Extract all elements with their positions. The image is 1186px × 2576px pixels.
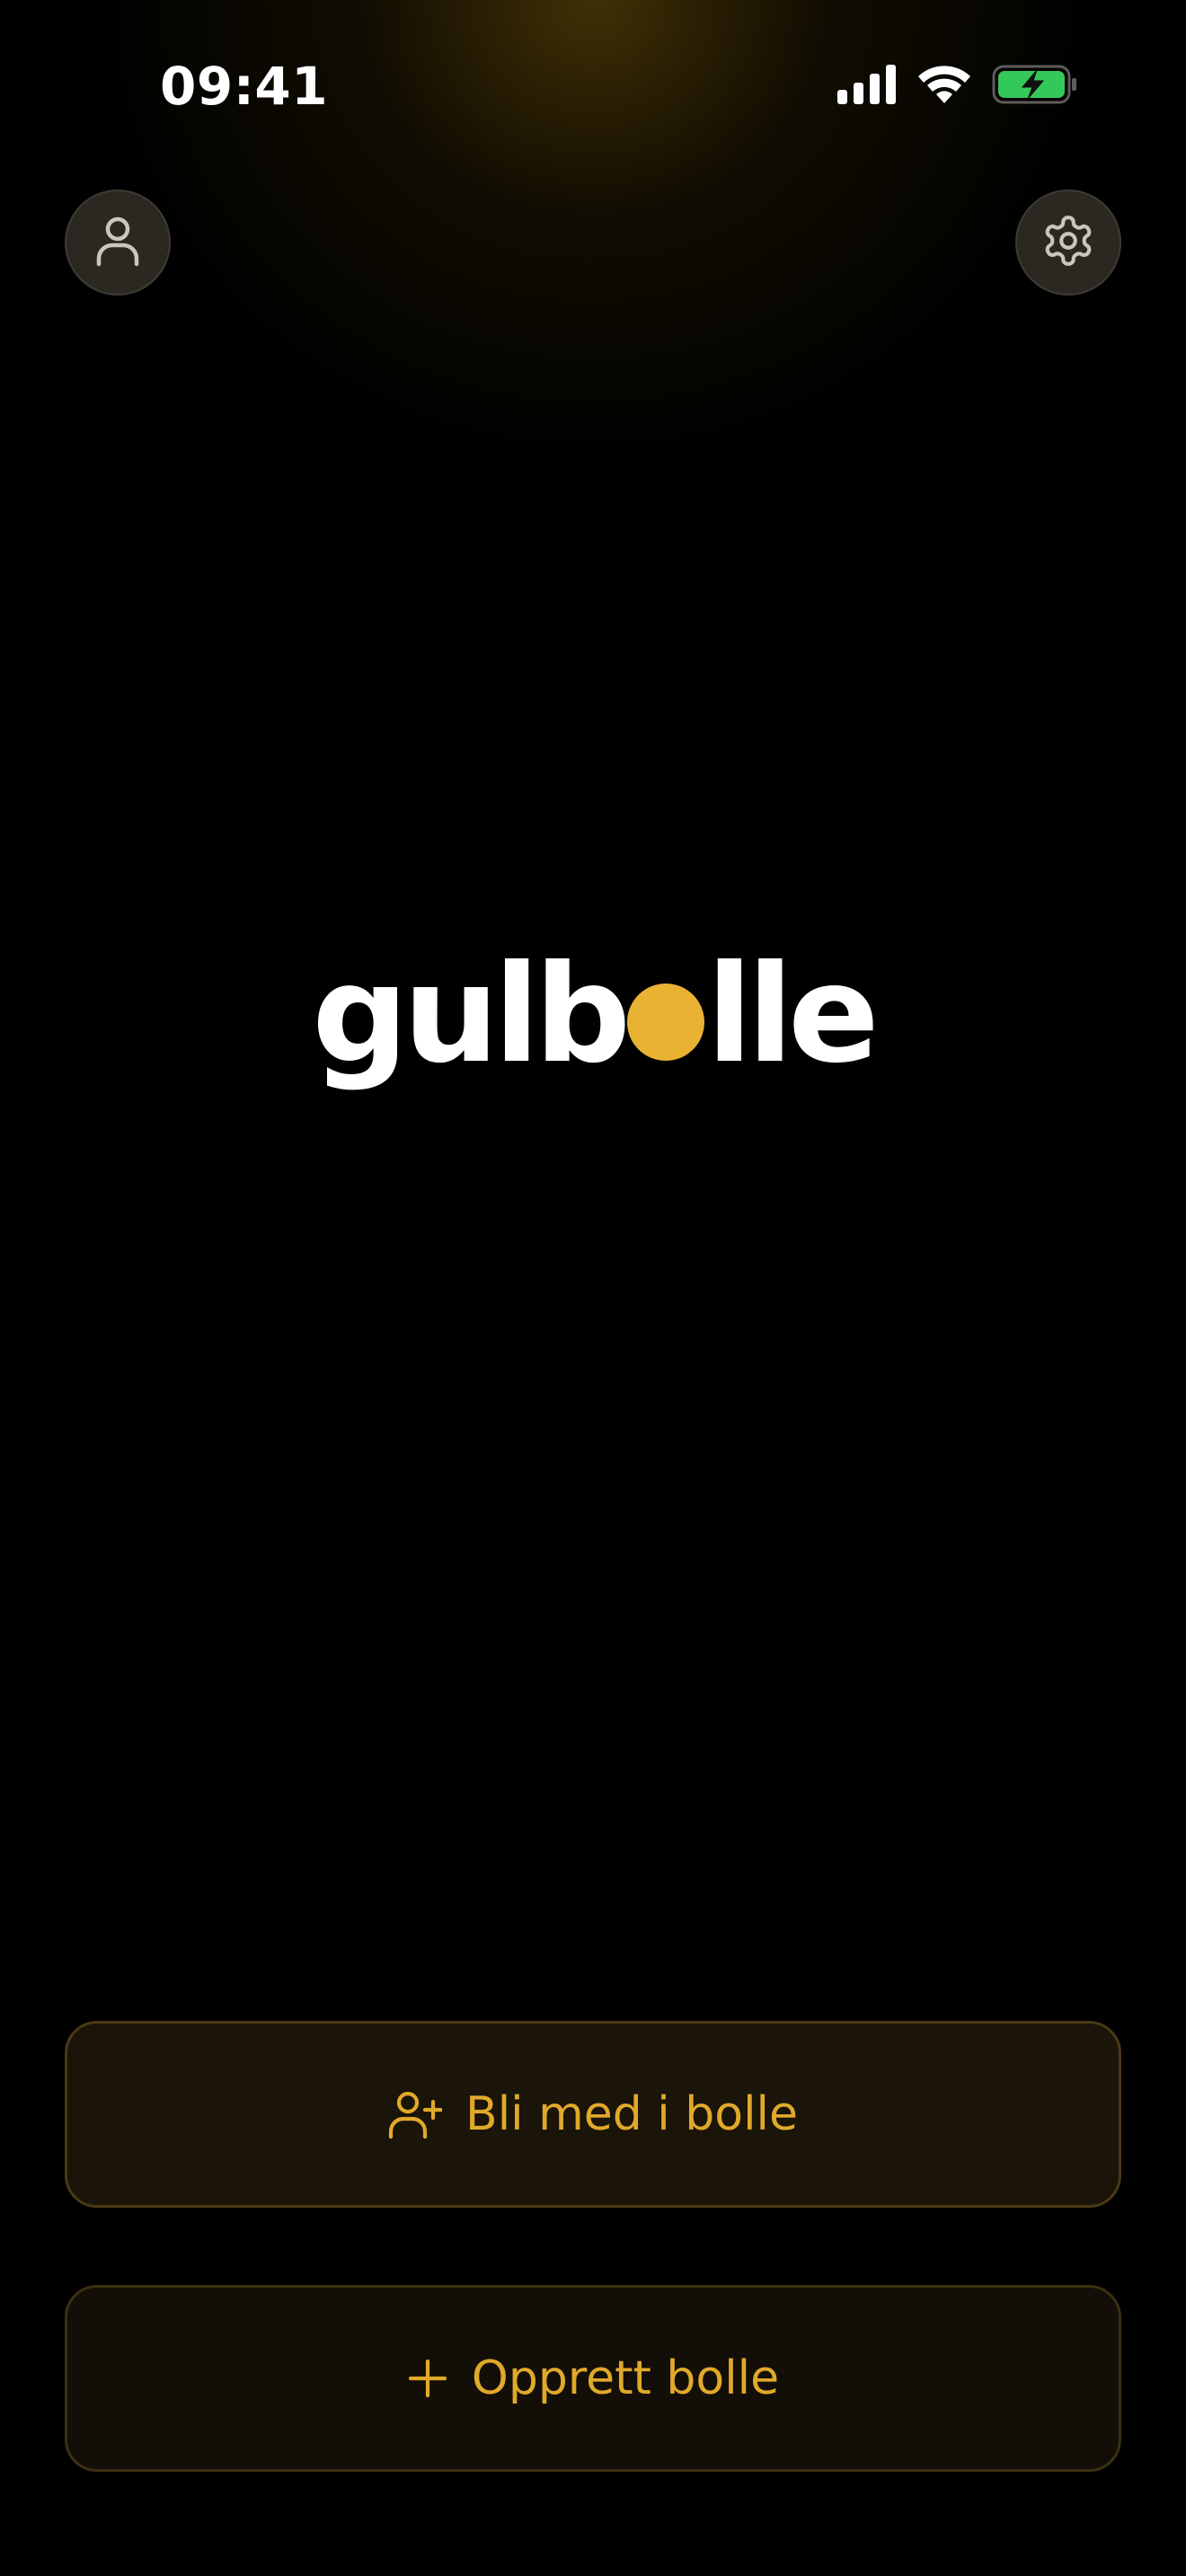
signal-icon [837,65,897,108]
create-bolle-button[interactable]: Opprett bolle [65,2285,1121,2472]
create-bolle-label: Opprett bolle [471,2351,780,2405]
logo-dot [627,984,705,1061]
app-logo: gulb lle [0,934,1186,1096]
home-screen: 09:41 gulb lle Bli med i bolle Opprett b… [0,0,1186,2576]
join-bolle-label: Bli med i bolle [465,2087,798,2141]
status-bar: 09:41 [0,0,1186,171]
plus-icon [407,2358,448,2399]
logo-text-prefix: gulb [312,937,631,1093]
battery-charging-icon [992,63,1078,110]
join-bolle-button[interactable]: Bli med i bolle [65,2021,1121,2208]
user-plus-icon [388,2089,443,2139]
wifi-icon [916,64,972,109]
profile-button[interactable] [65,190,171,296]
gear-icon [1040,213,1096,272]
status-icons [837,63,1078,110]
status-time: 09:41 [160,56,329,117]
user-icon [94,215,141,270]
logo-text-suffix: lle [706,937,880,1093]
settings-button[interactable] [1015,190,1121,296]
